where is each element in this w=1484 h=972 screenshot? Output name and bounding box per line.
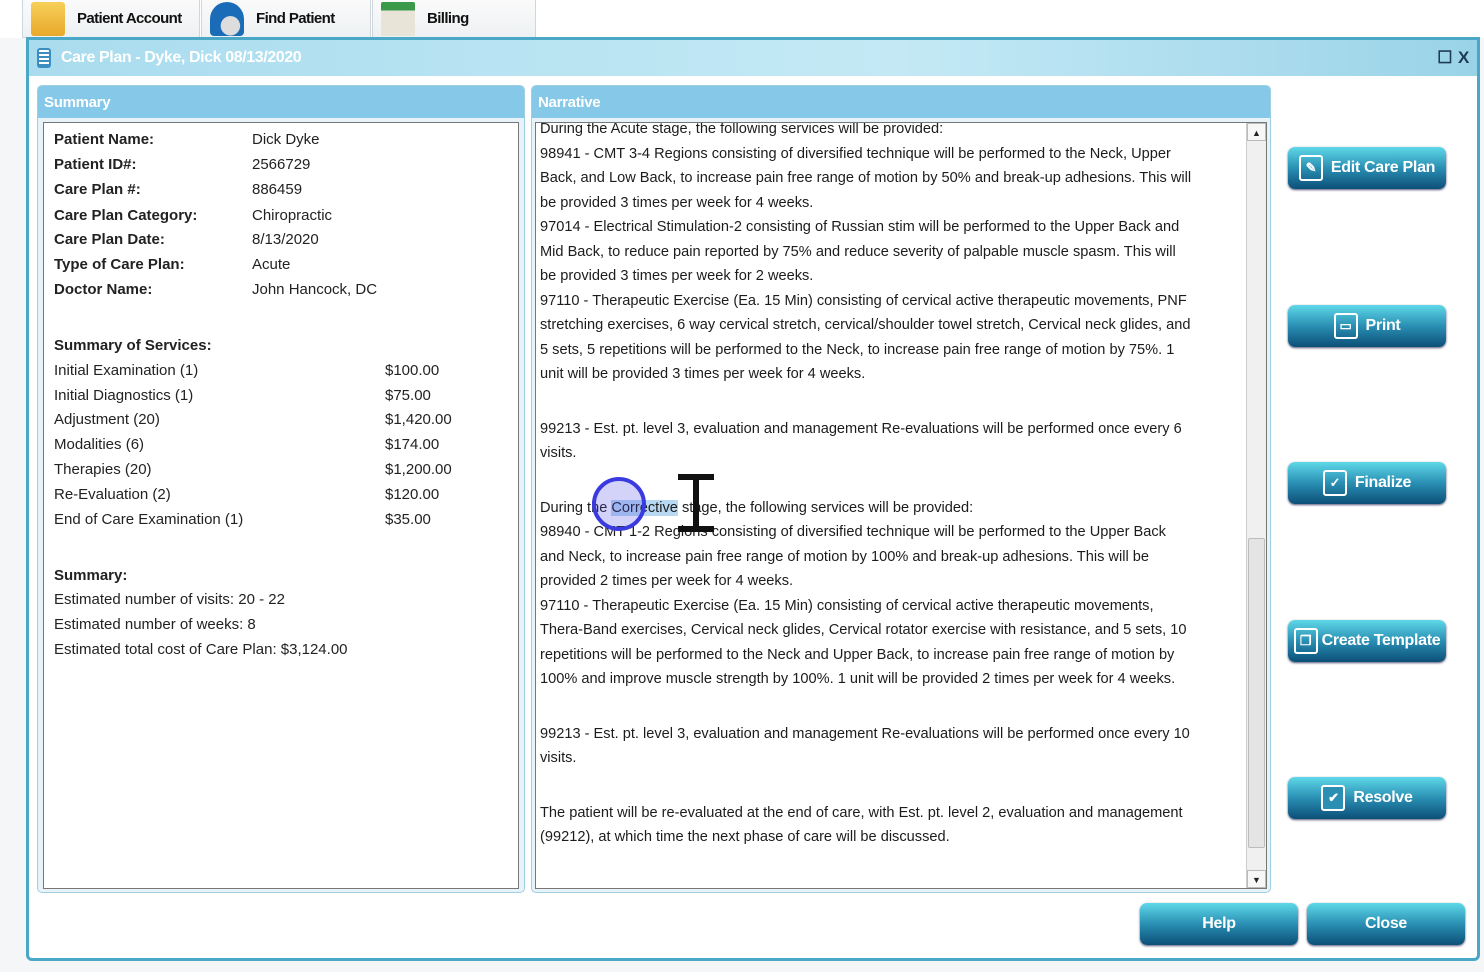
create-template-button[interactable]: ❐ Create Template [1288,620,1446,662]
tab-patient-account[interactable]: Patient Account [22,0,200,38]
checkbox-icon: ✓ [1322,470,1347,496]
tab-billing[interactable]: Billing [372,0,536,38]
maximize-button[interactable]: ☐ [1437,48,1452,68]
scroll-down-button[interactable]: ▼ [1247,870,1266,888]
help-button[interactable]: Help [1140,903,1298,945]
narrative-header: Narrative [532,86,1270,118]
narrative-line: repetitions will be performed to the Nec… [540,646,1175,663]
narrative-line: be provided 3 times per week for 4 weeks… [540,194,814,211]
summary-header: Summary [38,86,524,118]
service-row: Modalities (6) $174.00 [54,436,440,453]
narrative-line: (99212), at which time the next phase of… [540,829,950,845]
service-row: Initial Examination (1) $100.00 [54,362,440,379]
narrative-line: visits. [540,445,577,461]
find-person-icon [210,1,244,36]
narrative-line: 100% and improve muscle strength by 100%… [540,671,1176,687]
service-row: Re-Evaluation (2) $120.00 [54,486,440,503]
narrative-line: 98941 - CMT 3-4 Regions consisting of di… [540,145,1171,162]
window-title: Care Plan - Dyke, Dick 08/13/2020 [61,49,302,66]
narrative-line: Mid Back, to reduce pain reported by 75%… [540,243,1176,260]
person-icon [31,1,65,36]
narrative-line: 97014 - Electrical Stimulation-2 consist… [540,219,1180,235]
estimated-visits: Estimated number of visits: 20 - 22 [54,591,285,608]
narrative-line: and Neck, to increase pain free range of… [540,548,1149,565]
narrative-line: 99213 - Est. pt. level 3, evaluation and… [540,420,1182,437]
top-tab-bar: Patient Account Find Patient Billing [0,0,1484,38]
narrative-line: stretching exercises, 6 way cervical str… [540,317,1191,333]
copy-document-icon: ❐ [1293,628,1318,654]
narrative-line: unit will be provided 3 times per week f… [540,366,866,382]
scroll-up-button[interactable]: ▲ [1247,123,1266,141]
estimated-weeks: Estimated number of weeks: 8 [54,616,256,633]
narrative-line: During the Acute stage, the following se… [540,122,944,137]
field-care-plan-number: Care Plan #: 886459 [54,181,303,198]
narrative-line: be provided 3 times per week for 2 weeks… [540,268,814,284]
click-indicator-icon [592,477,646,531]
service-row: End of Care Examination (1) $35.00 [54,511,431,528]
summary-title: Summary: [54,567,128,584]
narrative-line: The patient will be re-evaluated at the … [540,804,1183,821]
edit-care-plan-button[interactable]: ✎ Edit Care Plan [1288,147,1446,189]
field-care-plan-category: Care Plan Category: Chiropractic [54,207,333,224]
field-care-plan-date: Care Plan Date: 8/13/2020 [54,231,319,248]
scroll-thumb[interactable] [1248,538,1265,848]
finalize-button[interactable]: ✓ Finalize [1288,462,1446,504]
narrative-line: 97110 - Therapeutic Exercise (Ea. 15 Min… [540,597,1154,614]
service-row: Therapies (20) $1,200.00 [54,461,452,478]
field-patient-name: Patient Name: Dick Dyke [54,131,320,148]
estimated-total-cost: Estimated total cost of Care Plan: $3,12… [54,641,348,658]
narrative-line: 98940 - CMT 1-2 Regions consisting of di… [540,524,1166,540]
service-row: Adjustment (20) $1,420.00 [54,411,452,428]
narrative-line: Back, and Low Back, to increase pain fre… [540,170,1192,186]
billing-icon [381,1,415,36]
summary-box: Patient Name: Dick Dyke Patient ID#: 25667… [43,122,519,889]
window-titlebar: Care Plan - Dyke, Dick 08/13/2020 ☐ X [29,40,1477,76]
narrative-line: Thera-Band exercises, Cervical neck glid… [540,622,1187,638]
service-row: Initial Diagnostics (1) $75.00 [54,387,431,404]
tab-find-patient[interactable]: Find Patient [201,0,371,38]
services-title: Summary of Services: [54,337,212,354]
narrative-scrollbar[interactable]: ▲ ▼ [1246,123,1266,888]
field-type-of-care-plan: Type of Care Plan: Acute [54,256,291,273]
resolve-button[interactable]: ✔ Resolve [1288,777,1446,819]
narrative-line: 99213 - Est. pt. level 3, evaluation and… [540,725,1190,742]
text-cursor-icon [678,474,714,532]
field-doctor-name: Doctor Name: John Hancock, DC [54,281,378,298]
care-plan-icon [37,48,51,68]
narrative-line: visits. [540,750,577,766]
field-patient-id: Patient ID#: 2566729 [54,156,311,173]
edit-document-icon: ✎ [1298,155,1323,181]
care-plan-window: Care Plan - Dyke, Dick 08/13/2020 ☐ X Su… [26,37,1480,961]
print-button[interactable]: ▭ Print [1288,305,1446,347]
close-button[interactable]: Close [1307,903,1465,945]
printer-icon: ▭ [1333,313,1358,339]
checkmark-icon: ✔ [1321,785,1346,811]
narrative-line: 97110 - Therapeutic Exercise (Ea. 15 Min… [540,292,1187,309]
close-window-button[interactable]: X [1458,48,1469,68]
narrative-line: 5 sets, 5 repetitions will be performed … [540,341,1175,358]
summary-panel: Summary Patient Name: Dick Dyke Patient I… [37,85,525,893]
narrative-line: provided 2 times per week for 4 weeks. [540,573,794,589]
